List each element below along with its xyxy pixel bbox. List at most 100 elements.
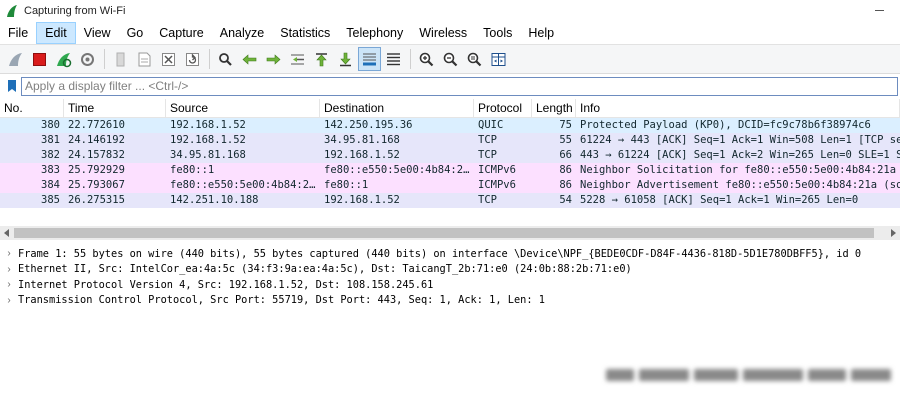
- scroll-right-icon[interactable]: [888, 228, 898, 238]
- close-file-icon: [162, 52, 175, 66]
- resize-columns-button[interactable]: [487, 47, 510, 71]
- open-folder-icon: [116, 52, 125, 66]
- display-filter-bar: [0, 76, 900, 96]
- expand-chevron-icon[interactable]: ›: [0, 264, 18, 275]
- reload-file-button[interactable]: [181, 47, 204, 71]
- packet-cell-time: 26.275315: [68, 194, 125, 206]
- packet-cell-time: 25.792929: [68, 164, 125, 176]
- expand-chevron-icon[interactable]: ›: [0, 248, 18, 259]
- packet-list-header: No. Time Source Destination Protocol Length In…: [0, 99, 900, 118]
- menu-tools[interactable]: Tools: [475, 22, 520, 44]
- zoom-out-button[interactable]: [439, 47, 462, 71]
- packet-cell-no: 381: [41, 134, 60, 146]
- detail-tree-item[interactable]: › Frame 1: 55 bytes on wire (440 bits), 5…: [0, 246, 900, 262]
- main-toolbar: [0, 44, 900, 74]
- packet-row[interactable]: 383 25.792929 fe80::1 fe80::e550:5e00:4b84:…: [0, 163, 900, 178]
- find-packet-button[interactable]: [214, 47, 237, 71]
- menu-view[interactable]: View: [76, 22, 119, 44]
- column-header-destination[interactable]: Destination: [320, 99, 474, 118]
- open-file-button[interactable]: [109, 47, 132, 71]
- packet-cell-source: fe80::1: [170, 164, 215, 176]
- go-back-button[interactable]: [238, 47, 261, 71]
- reload-icon: [186, 52, 199, 66]
- packet-cell-length: 66: [559, 149, 572, 161]
- detail-tree-item[interactable]: › Transmission Control Protocol, Src Port…: [0, 293, 900, 309]
- find-magnifier-icon: [219, 52, 232, 66]
- autoscroll-button[interactable]: [358, 47, 381, 71]
- menu-capture[interactable]: Capture: [151, 22, 211, 44]
- filter-bookmark-button[interactable]: [3, 77, 21, 95]
- menu-file[interactable]: File: [0, 22, 36, 44]
- normal-size-icon: [467, 52, 482, 66]
- go-to-packet-button[interactable]: [286, 47, 309, 71]
- column-header-protocol[interactable]: Protocol: [474, 99, 532, 118]
- scrollbar-thumb[interactable]: [14, 228, 874, 238]
- packet-row[interactable]: 382 24.157832 34.95.81.168 192.168.1.52 TCP 6…: [0, 148, 900, 163]
- menu-analyze[interactable]: Analyze: [212, 22, 272, 44]
- menu-wireless[interactable]: Wireless: [411, 22, 475, 44]
- menu-help[interactable]: Help: [520, 22, 562, 44]
- packet-cell-protocol: ICMPv6: [478, 164, 516, 176]
- packet-cell-no: 385: [41, 194, 60, 206]
- packet-cell-length: 75: [559, 119, 572, 131]
- menu-telephony[interactable]: Telephony: [338, 22, 411, 44]
- packet-cell-no: 383: [41, 164, 60, 176]
- packet-cell-source: 34.95.81.168: [170, 149, 246, 161]
- last-packet-button[interactable]: [334, 47, 357, 71]
- packet-cell-length: 54: [559, 194, 572, 206]
- column-header-no[interactable]: No.: [0, 99, 64, 118]
- colorize-icon: [387, 52, 400, 65]
- options-gear-icon: [81, 52, 94, 66]
- restart-capture-button[interactable]: [52, 47, 75, 71]
- detail-tree-label: Internet Protocol Version 4, Src: 192.16…: [18, 278, 434, 291]
- expand-chevron-icon[interactable]: ›: [0, 279, 18, 290]
- display-filter-input[interactable]: [21, 76, 898, 96]
- last-packet-icon: [340, 52, 351, 66]
- packet-cell-no: 382: [41, 149, 60, 161]
- toolbar-separator: [104, 49, 105, 69]
- resize-columns-icon: [491, 52, 506, 66]
- capture-options-button[interactable]: [76, 47, 99, 71]
- packet-list-horizontal-scrollbar[interactable]: [0, 226, 900, 240]
- packet-cell-info: 61224 → 443 [ACK] Seq=1 Ack=1 Win=508 Le…: [580, 134, 900, 146]
- packet-cell-info: Neighbor Solicitation for fe80::e550:5e0…: [580, 164, 900, 176]
- packet-list: No. Time Source Destination Protocol Length In…: [0, 99, 900, 213]
- scroll-left-icon[interactable]: [2, 228, 12, 238]
- go-forward-arrow-icon: [266, 53, 281, 65]
- packet-cell-time: 24.157832: [68, 149, 125, 161]
- packet-cell-source: 192.168.1.52: [170, 119, 246, 131]
- packet-row[interactable]: 380 22.772610 192.168.1.52 142.250.195.36 QU…: [0, 118, 900, 133]
- column-header-length[interactable]: Length: [532, 99, 576, 118]
- column-header-source[interactable]: Source: [166, 99, 320, 118]
- go-forward-button[interactable]: [262, 47, 285, 71]
- blurred-watermark: [606, 363, 896, 387]
- packet-cell-info: 5228 → 61058 [ACK] Seq=1 Ack=1 Win=265 L…: [580, 194, 859, 206]
- zoom-in-button[interactable]: [415, 47, 438, 71]
- column-header-time[interactable]: Time: [64, 99, 166, 118]
- detail-tree-item[interactable]: › Internet Protocol Version 4, Src: 192.1…: [0, 277, 900, 293]
- packet-cell-destination: 142.250.195.36: [324, 119, 413, 131]
- packet-row[interactable]: 381 24.146192 192.168.1.52 34.95.81.168 TCP 5…: [0, 133, 900, 148]
- stop-capture-button[interactable]: [28, 47, 51, 71]
- menu-edit[interactable]: Edit: [36, 22, 76, 44]
- expand-chevron-icon[interactable]: ›: [0, 295, 18, 306]
- packet-cell-source: 192.168.1.52: [170, 134, 246, 146]
- normal-size-button[interactable]: [463, 47, 486, 71]
- zoom-out-icon: [443, 52, 458, 66]
- save-file-button[interactable]: [133, 47, 156, 71]
- packet-row[interactable]: 384 25.793067 fe80::e550:5e00:4b84:2… fe80:…: [0, 178, 900, 193]
- start-capture-button[interactable]: [4, 47, 27, 71]
- column-header-info[interactable]: Info: [576, 99, 900, 118]
- detail-tree-item[interactable]: › Ethernet II, Src: IntelCor_ea:4a:5c (34…: [0, 262, 900, 278]
- menu-statistics[interactable]: Statistics: [272, 22, 338, 44]
- packet-cell-time: 25.793067: [68, 179, 125, 191]
- close-file-button[interactable]: [157, 47, 180, 71]
- first-packet-button[interactable]: [310, 47, 333, 71]
- colorize-button[interactable]: [382, 47, 405, 71]
- minimize-icon: [874, 9, 884, 11]
- packet-row[interactable]: 385 26.275315 142.251.10.188 192.168.1.52 TC…: [0, 193, 900, 208]
- toolbar-separator: [209, 49, 210, 69]
- minimize-button[interactable]: [870, 2, 888, 18]
- packet-cell-destination: fe80::1: [324, 179, 369, 191]
- menu-go[interactable]: Go: [119, 22, 152, 44]
